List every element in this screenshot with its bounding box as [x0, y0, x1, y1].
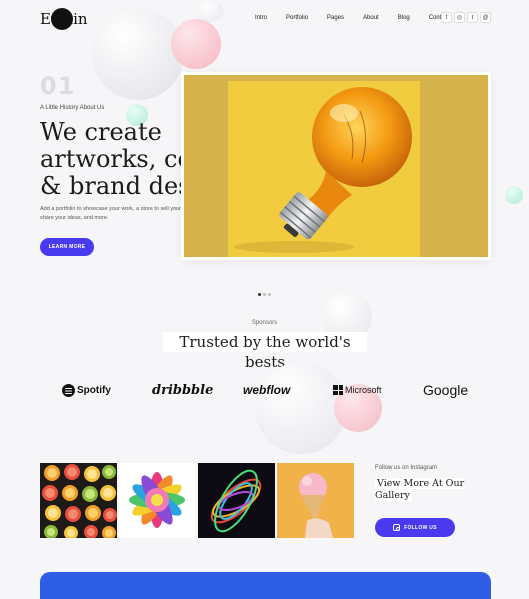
logo-text: Evelin — [40, 10, 88, 28]
hero-number: 01 — [40, 72, 76, 100]
facebook-icon[interactable]: f — [441, 12, 452, 23]
hero-image-background — [184, 75, 488, 257]
hero-image — [181, 72, 491, 260]
slider-dot[interactable] — [263, 293, 266, 296]
nav-about[interactable]: About — [363, 15, 379, 21]
slider-dot[interactable] — [258, 293, 261, 296]
webflow-wordmark: webflow — [243, 383, 291, 397]
citrus-slices-image — [42, 464, 117, 538]
instagram-title: View More At Our Gallery — [375, 478, 475, 502]
spotify-wordmark: Spotify — [77, 384, 111, 396]
webflow-logo[interactable]: webflow — [243, 380, 290, 400]
light-trails-image — [210, 469, 262, 533]
gallery-photo-flower[interactable] — [119, 463, 196, 538]
sponsors-title: Trusted by the world's bests — [163, 332, 367, 371]
google-logo[interactable]: Google — [423, 380, 468, 400]
dribbble-wordmark: dribbble — [152, 382, 214, 398]
microsoft-wordmark: Microsoft — [345, 385, 382, 395]
spotify-logo[interactable]: Spotify — [62, 380, 111, 400]
twitter-icon[interactable]: t — [467, 12, 478, 23]
hero-eyebrow: A Little History About Us — [40, 105, 105, 111]
site-logo[interactable]: Evelin — [40, 8, 88, 32]
threads-icon[interactable]: @ — [480, 12, 491, 23]
dribbble-logo[interactable]: dribbble — [152, 380, 213, 400]
follow-us-label: FOLLOW US — [404, 524, 437, 531]
slider-dot[interactable] — [268, 293, 271, 296]
nav-portfolio[interactable]: Portfolio — [286, 15, 308, 21]
sponsors-eyebrow: Sponsors — [251, 320, 278, 326]
gallery-photo-lights[interactable] — [198, 463, 275, 538]
ice-cream-image — [299, 473, 333, 538]
learn-more-button[interactable]: LEARN MORE — [40, 238, 94, 256]
nav-blog[interactable]: Blog — [398, 15, 410, 21]
decorative-bubble — [92, 8, 184, 100]
nav-intro[interactable]: Intro — [255, 15, 267, 21]
gallery-photo-citrus[interactable] — [40, 463, 117, 538]
google-wordmark: Google — [423, 382, 469, 398]
decorative-bubble — [505, 186, 523, 204]
instagram-icon[interactable]: ◎ — [454, 12, 465, 23]
instagram-eyebrow: Follow us on Instagram — [375, 465, 438, 471]
social-links: f ◎ t @ — [441, 12, 491, 23]
gallery-photo-icecream[interactable] — [277, 463, 354, 538]
slider-dots — [258, 293, 271, 296]
instagram-title-text: View More At Our Gallery — [375, 478, 465, 501]
spotify-icon — [62, 383, 75, 397]
follow-us-button[interactable]: FOLLOW US — [375, 518, 455, 537]
instagram-gallery — [40, 463, 354, 538]
instagram-icon — [393, 524, 401, 531]
footer-banner — [40, 572, 491, 599]
decorative-bubble — [171, 19, 221, 69]
lightbulb-illustration — [234, 87, 412, 253]
microsoft-icon — [333, 385, 343, 395]
main-nav: Intro Portfolio Pages About Blog Contact — [255, 15, 468, 21]
microsoft-logo[interactable]: Microsoft — [333, 380, 382, 400]
nav-pages[interactable]: Pages — [327, 15, 344, 21]
rainbow-flower-image — [129, 472, 185, 528]
